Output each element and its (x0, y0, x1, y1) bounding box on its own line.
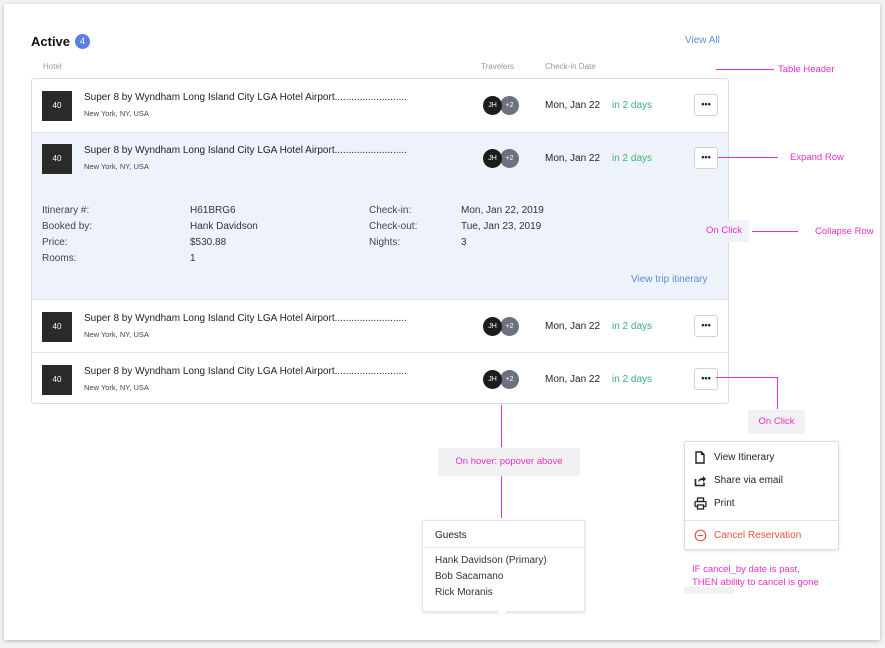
minus-circle-icon (694, 529, 707, 542)
hotel-thumbnail: 40 (42, 312, 72, 342)
avatar[interactable]: JH (483, 370, 502, 389)
guest-name: Rick Moranis (435, 587, 493, 598)
menu-item-label: Print (714, 498, 735, 509)
avatar[interactable]: JH (483, 317, 502, 336)
menu-item-label: View Itinerary (714, 452, 775, 463)
annotation-line (718, 157, 778, 158)
checkin-date: Mon, Jan 22 (545, 100, 601, 111)
menu-divider (685, 520, 838, 521)
guest-name: Hank Davidson (Primary) (435, 555, 547, 566)
checkin-relative: in 2 days (612, 374, 653, 385)
annotation-line (777, 377, 778, 409)
annotation-line (752, 231, 798, 232)
annotation-cancel-note: IF cancel_by date is past, (692, 564, 800, 575)
checkin-relative: in 2 days (612, 100, 653, 111)
hotel-name: Super 8 by Wyndham Long Island City LGA … (84, 92, 407, 103)
document-icon (695, 451, 705, 464)
count-badge: 4 (75, 34, 90, 49)
itinerary-label: Itinerary #: (42, 205, 90, 216)
itinerary-value: H61BRG6 (190, 205, 236, 216)
guest-name: Bob Sacamano (435, 571, 504, 582)
annotation-collapse-row: Collapse Row (815, 226, 874, 237)
popover-divider (423, 547, 584, 548)
more-travelers-badge[interactable]: +2 (500, 370, 519, 389)
nights-label: Nights: (369, 237, 401, 248)
annotation-expand-row: Expand Row (790, 152, 844, 163)
annotation-line (716, 377, 778, 378)
annotation-line (501, 476, 502, 518)
hotel-location: New York, NY, USA (84, 330, 149, 339)
hotel-location: New York, NY, USA (84, 162, 149, 171)
checkin-relative: in 2 days (612, 153, 653, 164)
guests-popover: Guests Hank Davidson (Primary) Bob Sacam… (422, 520, 585, 612)
reservations-table: 40 Super 8 by Wyndham Long Island City L… (31, 78, 729, 404)
menu-item-cancel-reservation[interactable]: Cancel Reservation (685, 525, 838, 547)
price-value: $530.88 (190, 237, 227, 248)
checkout-value: Tue, Jan 23, 2019 (461, 221, 542, 232)
more-travelers-badge[interactable]: +2 (500, 149, 519, 168)
column-header-travelers: Travelers (481, 62, 515, 71)
view-all-link[interactable]: View All (685, 35, 720, 46)
annotation-line (716, 69, 774, 70)
row-menu-button[interactable]: ••• (694, 94, 718, 116)
hotel-location: New York, NY, USA (84, 383, 149, 392)
table-row-expanded[interactable]: 40 Super 8 by Wyndham Long Island City L… (32, 133, 728, 185)
row-detail-panel[interactable]: Itinerary #: H61BRG6 Booked by: Hank Dav… (32, 185, 728, 299)
hotel-name: Super 8 by Wyndham Long Island City LGA … (84, 145, 407, 156)
avatar[interactable]: JH (483, 149, 502, 168)
hotel-thumbnail: 40 (42, 365, 72, 395)
avatar[interactable]: JH (483, 96, 502, 115)
rooms-label: Rooms: (42, 253, 77, 264)
page-title: Active (31, 34, 71, 49)
hotel-name: Super 8 by Wyndham Long Island City LGA … (84, 366, 407, 377)
hotel-location: New York, NY, USA (84, 109, 149, 118)
table-row[interactable]: 40 Super 8 by Wyndham Long Island City L… (32, 300, 728, 353)
booked-by-label: Booked by: (42, 221, 93, 232)
row-context-menu: View Itinerary Share via email Print Can… (684, 441, 839, 550)
row-menu-button[interactable]: ••• (694, 368, 718, 390)
hotel-thumbnail: 40 (42, 91, 72, 121)
checkin-relative: in 2 days (612, 321, 653, 332)
column-header-hotel: Hotel (43, 62, 62, 71)
row-menu-button[interactable]: ••• (694, 315, 718, 337)
hotel-name: Super 8 by Wyndham Long Island City LGA … (84, 313, 407, 324)
rooms-value: 1 (190, 253, 196, 264)
booked-by-value: Hank Davidson (190, 221, 258, 232)
menu-item-share-email[interactable]: Share via email (685, 470, 838, 492)
share-icon (694, 476, 706, 487)
annotation-on-click: On Click (699, 220, 749, 242)
checkout-label: Check-out: (369, 221, 418, 232)
annotation-highlight (684, 587, 734, 594)
popover-title: Guests (435, 530, 467, 541)
hotel-thumbnail: 40 (42, 144, 72, 174)
row-menu-button[interactable]: ••• (694, 147, 718, 169)
more-travelers-badge[interactable]: +2 (500, 317, 519, 336)
annotation-on-click: On Click (748, 410, 805, 434)
table-row[interactable]: 40 Super 8 by Wyndham Long Island City L… (32, 79, 728, 132)
menu-item-label: Share via email (714, 475, 783, 486)
popover-arrow (497, 611, 507, 616)
menu-item-view-itinerary[interactable]: View Itinerary (685, 447, 838, 469)
annotation-on-hover: On hover: popover above (438, 448, 580, 476)
nights-value: 3 (461, 237, 467, 248)
annotation-table-header: Table Header (778, 64, 835, 75)
menu-item-print[interactable]: Print (685, 493, 838, 515)
view-trip-itinerary-link[interactable]: View trip itinerary (631, 274, 708, 285)
price-label: Price: (42, 237, 68, 248)
table-row[interactable]: 40 Super 8 by Wyndham Long Island City L… (32, 353, 728, 403)
column-header-checkin: Check-in Date (545, 62, 596, 71)
menu-item-label: Cancel Reservation (714, 530, 802, 541)
checkin-date: Mon, Jan 22 (545, 374, 601, 385)
checkin-label: Check-in: (369, 205, 412, 216)
checkin-value: Mon, Jan 22, 2019 (461, 205, 544, 216)
annotation-line (501, 405, 502, 447)
checkin-date: Mon, Jan 22 (545, 321, 601, 332)
checkin-date: Mon, Jan 22 (545, 153, 601, 164)
more-travelers-badge[interactable]: +2 (500, 96, 519, 115)
printer-icon (694, 497, 707, 510)
